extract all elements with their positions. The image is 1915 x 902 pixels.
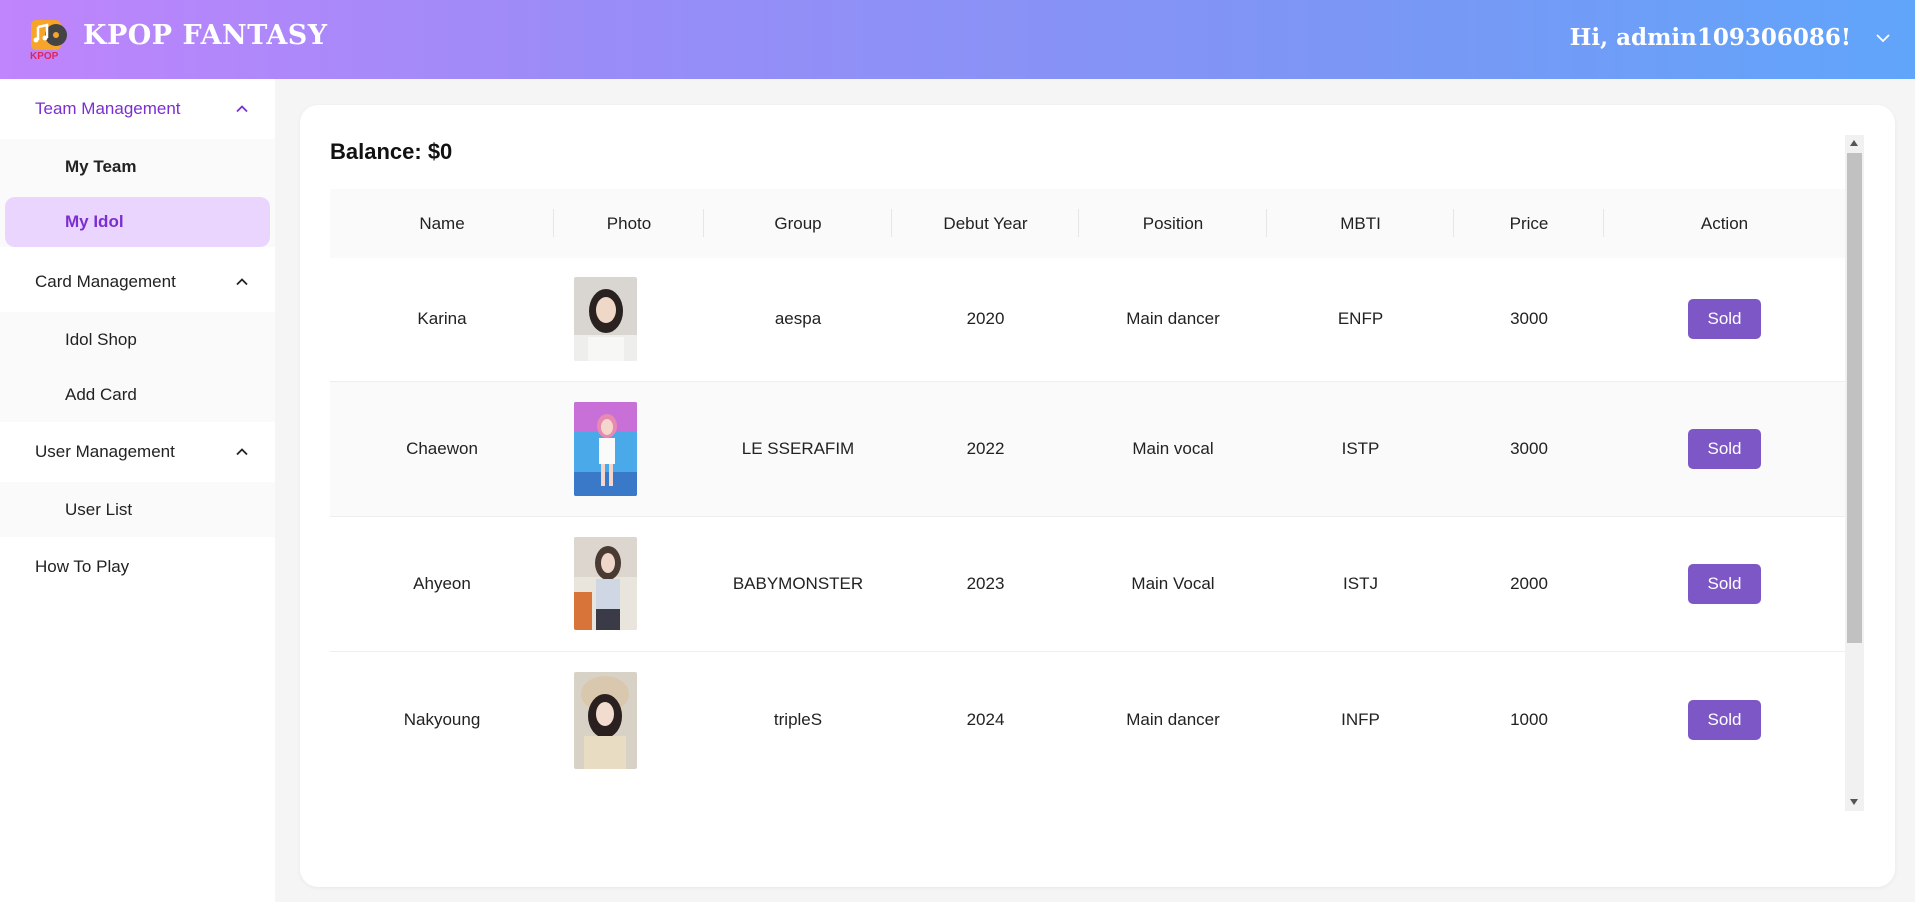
- cell-group: tripleS: [773, 710, 823, 729]
- cell-position: Main vocal: [1132, 438, 1214, 458]
- menu-card-management[interactable]: Card Management: [0, 252, 275, 312]
- table-row: Ahyeon BABYMONSTER 2023 Main Vocal ISTJ …: [330, 516, 1845, 651]
- cell-name: Karina: [417, 309, 467, 329]
- cell-mbti: ENFP: [1337, 309, 1384, 329]
- column-header-group: Group: [704, 189, 892, 258]
- sidebar-item-how-to-play[interactable]: How To Play: [0, 537, 275, 597]
- cell-name: Chaewon: [406, 438, 478, 458]
- menu-team-management[interactable]: Team Management: [0, 79, 275, 139]
- scroll-up-arrow-icon[interactable]: [1850, 140, 1858, 146]
- menu-group-user-management: User Management User List: [0, 422, 275, 537]
- cell-debut-year: 2020: [966, 309, 1005, 329]
- table-row: Chaewon LE SSERAFIM 2022 Main vocal ISTP…: [330, 381, 1845, 516]
- submenu-card-management: Idol Shop Add Card: [0, 312, 275, 422]
- cell-position: Main Vocal: [1131, 573, 1215, 593]
- cell-photo: [554, 381, 704, 516]
- sidebar-item-user-list[interactable]: User List: [5, 482, 270, 537]
- idol-photo: [574, 537, 637, 630]
- chevron-up-icon: [236, 105, 248, 113]
- column-header-mbti: MBTI: [1267, 189, 1454, 258]
- sold-button[interactable]: Sold: [1688, 563, 1761, 604]
- scrollbar-thumb[interactable]: [1847, 153, 1862, 643]
- cell-name: Nakyoung: [403, 710, 481, 729]
- balance-label: Balance: $0: [330, 139, 453, 164]
- cell-position: Main dancer: [1126, 309, 1220, 329]
- kpop-logo-icon[interactable]: KPOP: [29, 18, 69, 60]
- cell-debut-year: 2024: [966, 710, 1005, 729]
- sold-button[interactable]: Sold: [1688, 299, 1761, 340]
- table-row: Karina aespa 2020 Main dancer ENFP 3000 …: [330, 258, 1845, 381]
- cell-position: Main dancer: [1126, 710, 1220, 729]
- column-header-position: Position: [1079, 189, 1267, 258]
- sidebar-item-my-team[interactable]: My Team: [5, 139, 270, 194]
- cell-price: 2000: [1510, 573, 1548, 593]
- chevron-down-icon[interactable]: [1875, 30, 1891, 46]
- cell-mbti: ISTP: [1341, 438, 1380, 458]
- cell-action: Sold: [1604, 651, 1845, 789]
- svg-text:KPOP: KPOP: [30, 51, 59, 60]
- chevron-up-icon: [236, 448, 248, 456]
- menu-user-management[interactable]: User Management: [0, 422, 275, 482]
- cell-debut-year: 2023: [966, 573, 1005, 593]
- cell-photo: [554, 651, 704, 789]
- cell-photo: [554, 516, 704, 651]
- cell-action: Sold: [1604, 258, 1845, 381]
- column-header-action: Action: [1700, 213, 1749, 233]
- table-header-row: Name Photo Group Debut Year Position MBT…: [330, 189, 1845, 258]
- main-card: Balance: $0 Name Photo Group Debut Year …: [300, 105, 1895, 887]
- cell-price: 3000: [1510, 438, 1548, 458]
- cell-action: Sold: [1604, 516, 1845, 651]
- sidebar-item-idol-shop[interactable]: Idol Shop: [5, 312, 270, 367]
- cell-group: BABYMONSTER: [732, 573, 864, 593]
- cell-photo: [554, 258, 704, 381]
- sidebar-item-my-idol[interactable]: My Idol: [5, 197, 270, 247]
- table-row: Nakyoung tripleS 2024 Main dancer INFP 1…: [330, 651, 1845, 789]
- cell-mbti: ISTJ: [1343, 573, 1378, 593]
- menu-group-team-management: Team Management My Team My Idol: [0, 79, 275, 247]
- column-header-debut-year: Debut Year: [892, 189, 1079, 258]
- menu-team-management-label: Team Management: [35, 99, 181, 118]
- menu-user-management-label: User Management: [35, 442, 175, 461]
- app-title: KPOP FANTASY: [83, 20, 328, 51]
- cell-group: LE SSERAFIM: [741, 438, 855, 458]
- cell-mbti: INFP: [1341, 710, 1380, 729]
- sold-button[interactable]: Sold: [1688, 700, 1761, 740]
- column-header-name: Name: [330, 189, 554, 258]
- cell-action: Sold: [1604, 381, 1845, 516]
- top-header: KPOP KPOP FANTASY Hi, admin109306086!: [0, 0, 1915, 79]
- submenu-team-management: My Team My Idol: [0, 139, 275, 247]
- user-greeting[interactable]: Hi, admin109306086!: [1570, 24, 1851, 51]
- menu-group-card-management: Card Management Idol Shop Add Card: [0, 252, 275, 422]
- cell-debut-year: 2022: [966, 438, 1005, 458]
- idol-photo: [574, 401, 637, 496]
- submenu-user-management: User List: [0, 482, 275, 537]
- chevron-up-icon: [236, 278, 248, 286]
- menu-card-management-label: Card Management: [35, 272, 176, 291]
- scroll-down-arrow-icon[interactable]: [1850, 799, 1858, 805]
- sidebar: Team Management My Team My Idol Card Man…: [0, 79, 275, 902]
- idol-table: Name Photo Group Debut Year Position MBT…: [330, 189, 1845, 789]
- cell-price: 1000: [1510, 710, 1548, 729]
- cell-group: aespa: [774, 309, 822, 329]
- cell-price: 3000: [1510, 309, 1548, 329]
- idol-table-container[interactable]: Name Photo Group Debut Year Position MBT…: [330, 189, 1845, 789]
- column-header-photo: Photo: [554, 189, 704, 258]
- sold-button[interactable]: Sold: [1688, 428, 1761, 469]
- idol-photo: [574, 671, 637, 769]
- idol-photo: [574, 277, 637, 362]
- sidebar-item-add-card[interactable]: Add Card: [5, 367, 270, 422]
- column-header-price: Price: [1454, 189, 1604, 258]
- cell-name: Ahyeon: [413, 573, 471, 593]
- table-scrollbar[interactable]: [1845, 135, 1864, 811]
